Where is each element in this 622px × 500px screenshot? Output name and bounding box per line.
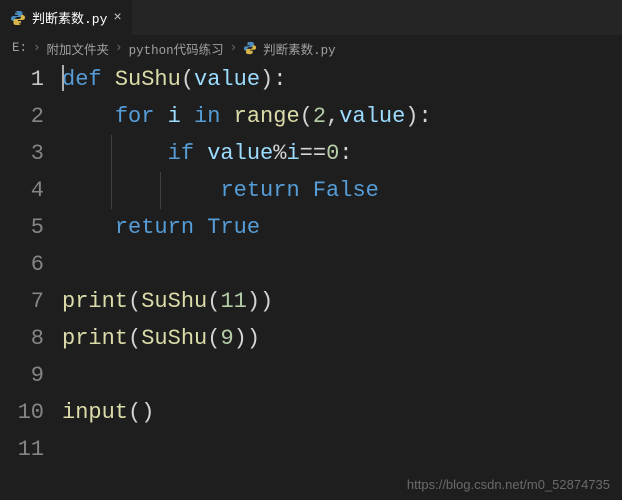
code-editor[interactable]: 1234567891011 def SuShu(value): for i in… bbox=[0, 61, 622, 468]
token-fn: range bbox=[234, 104, 300, 129]
line-number: 5 bbox=[0, 209, 44, 246]
text-cursor bbox=[62, 65, 64, 91]
breadcrumb-part[interactable]: 判断素数.py bbox=[263, 39, 336, 58]
token-kw: if bbox=[168, 141, 194, 166]
token-fn: input bbox=[62, 400, 128, 425]
token-num: 2 bbox=[313, 104, 326, 129]
code-line[interactable]: return False bbox=[62, 172, 622, 209]
watermark-text: https://blog.csdn.net/m0_52874735 bbox=[407, 477, 610, 492]
token-punc: ( bbox=[181, 67, 194, 92]
token-num: 9 bbox=[220, 326, 233, 351]
line-number: 1 bbox=[0, 61, 44, 98]
breadcrumb[interactable]: E: › 附加文件夹 › python代码练习 › 判断素数.py bbox=[0, 35, 622, 61]
token-num: 0 bbox=[326, 141, 339, 166]
tab-filename: 判断素数.py bbox=[32, 8, 107, 27]
token-punc: ) bbox=[141, 400, 154, 425]
token-kw: def bbox=[62, 67, 102, 92]
token-punc: : bbox=[339, 141, 352, 166]
indent-whitespace bbox=[62, 141, 168, 166]
tab-bar: 判断素数.py × bbox=[0, 0, 622, 35]
line-number-gutter: 1234567891011 bbox=[0, 61, 62, 468]
token-kw: for bbox=[115, 104, 155, 129]
token-punc: ) bbox=[405, 104, 418, 129]
breadcrumb-part[interactable]: python代码练习 bbox=[129, 39, 224, 58]
indent-guide bbox=[111, 135, 112, 172]
token-punc: ( bbox=[207, 326, 220, 351]
token-punc: : bbox=[418, 104, 431, 129]
line-number: 8 bbox=[0, 320, 44, 357]
code-line[interactable]: input() bbox=[62, 394, 622, 431]
token-op: % bbox=[273, 141, 286, 166]
token-punc: ) bbox=[247, 326, 260, 351]
token-kw: return bbox=[115, 215, 194, 240]
token-punc: , bbox=[326, 104, 339, 129]
token-punc: ( bbox=[300, 104, 313, 129]
python-file-icon bbox=[10, 10, 26, 26]
token-var: value bbox=[207, 141, 273, 166]
token-punc bbox=[220, 104, 233, 129]
breadcrumb-part[interactable]: E: bbox=[12, 41, 27, 55]
code-line[interactable] bbox=[62, 431, 622, 468]
token-var: value bbox=[339, 104, 405, 129]
line-number: 4 bbox=[0, 172, 44, 209]
token-punc bbox=[102, 67, 115, 92]
line-number: 7 bbox=[0, 283, 44, 320]
chevron-right-icon: › bbox=[230, 41, 238, 55]
token-punc: ) bbox=[260, 67, 273, 92]
indent-guide bbox=[160, 172, 161, 209]
token-punc: ( bbox=[128, 400, 141, 425]
line-number: 2 bbox=[0, 98, 44, 135]
tab-active[interactable]: 判断素数.py × bbox=[0, 0, 133, 35]
breadcrumb-part[interactable]: 附加文件夹 bbox=[47, 39, 110, 58]
code-line[interactable]: if value%i==0: bbox=[62, 135, 622, 172]
code-line[interactable]: for i in range(2,value): bbox=[62, 98, 622, 135]
close-icon[interactable]: × bbox=[113, 10, 121, 26]
token-punc bbox=[194, 215, 207, 240]
indent-whitespace bbox=[62, 178, 220, 203]
code-line[interactable] bbox=[62, 357, 622, 394]
code-line[interactable]: print(SuShu(11)) bbox=[62, 283, 622, 320]
line-number: 10 bbox=[0, 394, 44, 431]
token-var: i bbox=[286, 141, 299, 166]
token-fn: SuShu bbox=[141, 326, 207, 351]
token-fn: print bbox=[62, 326, 128, 351]
token-punc: ) bbox=[234, 326, 247, 351]
python-file-icon bbox=[243, 41, 257, 55]
token-punc bbox=[154, 104, 167, 129]
line-number: 11 bbox=[0, 431, 44, 468]
indent-guide bbox=[111, 172, 112, 209]
indent-whitespace bbox=[62, 104, 115, 129]
token-punc: ) bbox=[260, 289, 273, 314]
token-punc: ( bbox=[128, 326, 141, 351]
token-fn: SuShu bbox=[141, 289, 207, 314]
token-bool: False bbox=[313, 178, 379, 203]
code-line[interactable]: def SuShu(value): bbox=[62, 61, 622, 98]
token-punc: ) bbox=[247, 289, 260, 314]
token-kw: return bbox=[220, 178, 299, 203]
code-area[interactable]: def SuShu(value): for i in range(2,value… bbox=[62, 61, 622, 468]
token-var: value bbox=[194, 67, 260, 92]
token-num: 11 bbox=[220, 289, 246, 314]
code-line[interactable] bbox=[62, 246, 622, 283]
token-kw: in bbox=[194, 104, 220, 129]
chevron-right-icon: › bbox=[33, 41, 41, 55]
token-fn: SuShu bbox=[115, 67, 181, 92]
token-op: == bbox=[300, 141, 326, 166]
token-bool: True bbox=[207, 215, 260, 240]
code-line[interactable]: return True bbox=[62, 209, 622, 246]
chevron-right-icon: › bbox=[115, 41, 123, 55]
line-number: 3 bbox=[0, 135, 44, 172]
token-punc bbox=[300, 178, 313, 203]
token-punc bbox=[194, 141, 207, 166]
line-number: 6 bbox=[0, 246, 44, 283]
token-fn: print bbox=[62, 289, 128, 314]
token-punc: ( bbox=[207, 289, 220, 314]
indent-whitespace bbox=[62, 215, 115, 240]
token-punc: ( bbox=[128, 289, 141, 314]
token-punc bbox=[181, 104, 194, 129]
line-number: 9 bbox=[0, 357, 44, 394]
code-line[interactable]: print(SuShu(9)) bbox=[62, 320, 622, 357]
token-punc: : bbox=[273, 67, 286, 92]
token-var: i bbox=[168, 104, 181, 129]
